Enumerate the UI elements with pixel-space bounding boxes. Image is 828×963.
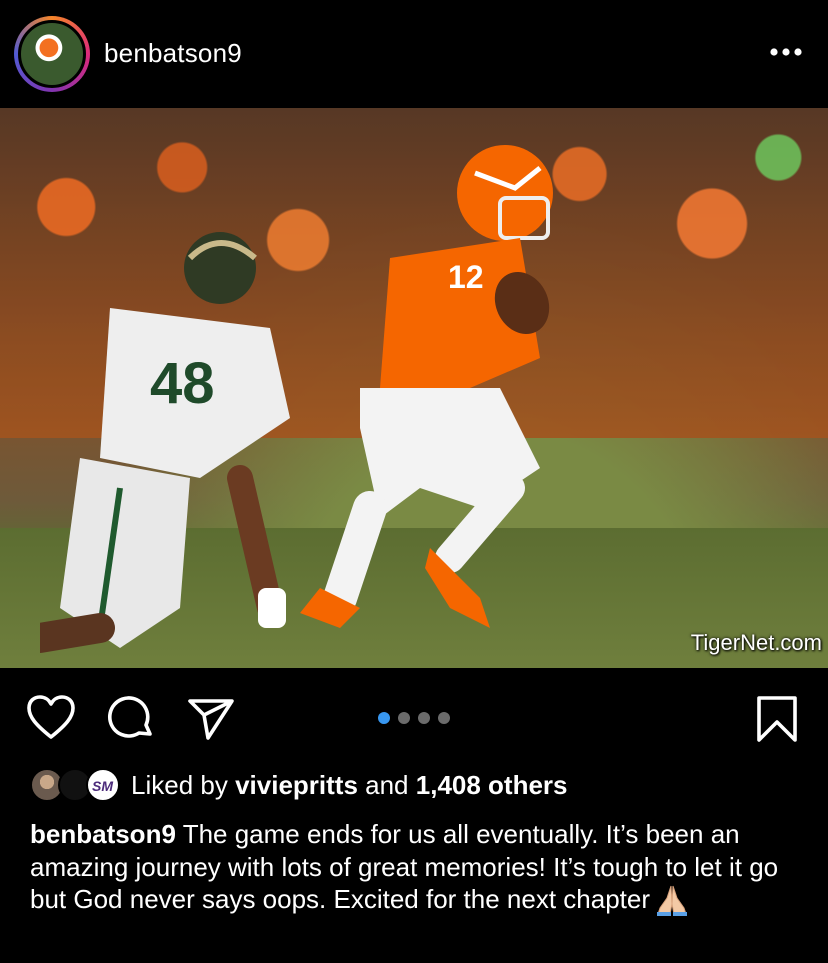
liker-username[interactable]: viviepritts (235, 770, 358, 800)
carousel-indicator (378, 712, 450, 724)
jersey-number-48: 48 (150, 351, 215, 416)
jersey-number-12: 12 (448, 259, 484, 295)
post-photo[interactable]: 48 12 TigerNet.com (0, 108, 828, 668)
photo-watermark: TigerNet.com (690, 630, 822, 655)
ball-carrier-figure: 12 (300, 145, 553, 628)
more-options-icon[interactable] (766, 34, 806, 70)
carousel-dot-2 (398, 712, 410, 724)
svg-text:SM: SM (92, 778, 113, 794)
post-header: benbatson9 (0, 0, 828, 108)
caption-username[interactable]: benbatson9 (30, 819, 176, 849)
carousel-dot-1 (378, 712, 390, 724)
comment-icon[interactable] (106, 694, 156, 742)
carousel-dot-4 (438, 712, 450, 724)
liker-avatar-3[interactable]: SM (86, 768, 120, 802)
likes-prefix: Liked by (131, 770, 228, 800)
praying-hands-emoji (654, 884, 690, 916)
post-username[interactable]: benbatson9 (104, 38, 242, 69)
heart-icon[interactable] (26, 694, 76, 742)
story-ring[interactable] (14, 16, 90, 92)
action-bar (0, 668, 828, 768)
post-caption: benbatson9 The game ends for us all even… (30, 818, 800, 916)
likes-text[interactable]: Liked by viviepritts and 1,408 others (131, 770, 568, 801)
likes-and: and (365, 770, 409, 800)
defender-figure: 48 (40, 232, 290, 653)
liker-avatars[interactable]: SM (30, 768, 122, 804)
bookmark-icon[interactable] (754, 694, 804, 742)
likes-count[interactable]: 1,408 others (416, 770, 568, 800)
share-icon[interactable] (186, 694, 236, 742)
avatar[interactable] (18, 20, 86, 88)
carousel-dot-3 (418, 712, 430, 724)
likes-row[interactable]: SM Liked by viviepritts and 1,408 others (30, 766, 820, 806)
